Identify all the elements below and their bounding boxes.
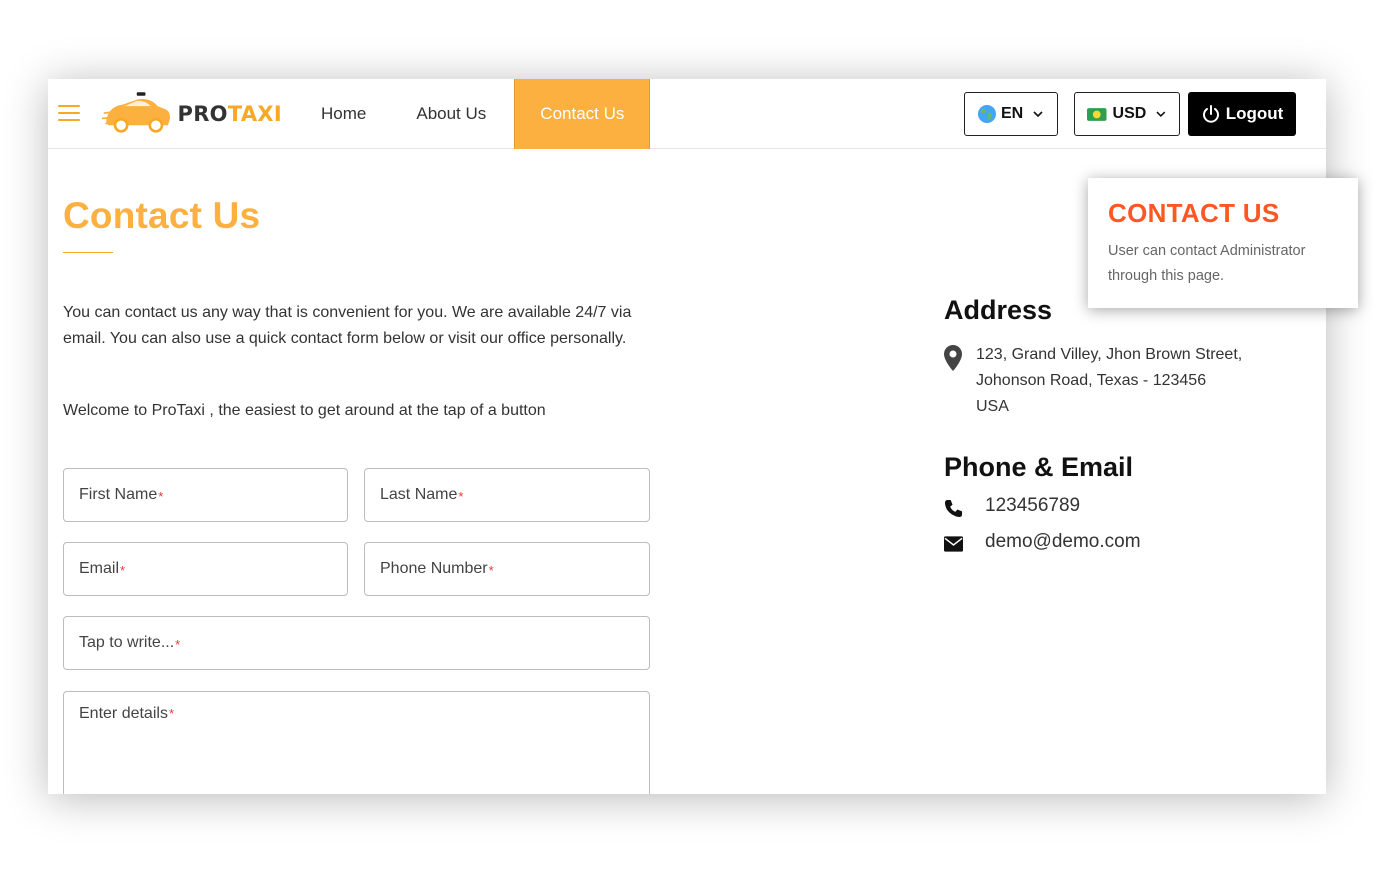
details-placeholder: Enter details <box>79 705 168 722</box>
globe-icon <box>978 105 996 123</box>
phone-number-field[interactable]: Phone Number * <box>364 542 650 596</box>
brand-logo[interactable]: PROTAXI <box>102 87 282 141</box>
last-name-field[interactable]: Last Name * <box>364 468 650 522</box>
address-line: USA <box>976 398 1009 415</box>
page-title: Contact Us <box>63 195 261 236</box>
currency-dropdown[interactable]: USD <box>1074 92 1180 136</box>
required-mark: * <box>458 488 464 504</box>
power-icon <box>1202 105 1219 123</box>
top-header: PROTAXI Home About Us Contact Us EN USD <box>48 79 1326 149</box>
subject-placeholder: Tap to write... <box>79 634 175 651</box>
first-name-placeholder: First Name <box>79 486 158 503</box>
nav-contact-us[interactable]: Contact Us <box>514 79 651 149</box>
details-textarea[interactable]: Enter details * <box>63 691 650 794</box>
taxi-car-icon <box>102 92 170 133</box>
phone-email-heading: Phone & Email <box>944 452 1134 482</box>
required-mark: * <box>175 636 181 652</box>
required-mark: * <box>120 562 126 578</box>
address-line: Johonson Road, Texas - 123456 <box>976 372 1207 389</box>
intro-text: You can contact us any way that is conve… <box>63 304 632 347</box>
welcome-text: Welcome to ProTaxi , the easiest to get … <box>63 402 546 419</box>
currency-flag-icon <box>1087 107 1107 121</box>
language-dropdown[interactable]: EN <box>964 92 1058 136</box>
address-block: 123, Grand Villey, Jhon Brown Street, Jo… <box>976 342 1242 420</box>
logout-label: Logout <box>1225 104 1284 123</box>
email-address[interactable]: demo@demo.com <box>985 531 1141 553</box>
subject-field[interactable]: Tap to write... * <box>63 616 650 670</box>
nav-about-us[interactable]: About Us <box>391 79 514 149</box>
map-pin-icon <box>944 345 962 371</box>
callout-title: CONTACT US <box>1108 198 1280 228</box>
nav-home[interactable]: Home <box>296 79 391 149</box>
phone-number[interactable]: 123456789 <box>985 495 1080 517</box>
last-name-placeholder: Last Name <box>380 486 458 503</box>
required-mark: * <box>488 562 494 578</box>
envelope-icon <box>944 536 963 552</box>
title-divider <box>63 252 113 253</box>
phone-icon <box>944 499 963 518</box>
brand-name: PROTAXI <box>177 102 282 126</box>
hamburger-menu-icon[interactable] <box>58 105 80 123</box>
callout-body: User can contact Administrator through t… <box>1108 243 1306 284</box>
email-field[interactable]: Email * <box>63 542 348 596</box>
first-name-field[interactable]: First Name * <box>63 468 348 522</box>
required-mark: * <box>168 706 174 721</box>
currency-value: USD <box>1112 105 1147 122</box>
address-line: 123, Grand Villey, Jhon Brown Street, <box>976 346 1243 363</box>
address-heading: Address <box>944 295 1053 325</box>
chevron-down-icon <box>1156 111 1166 118</box>
annotation-callout: CONTACT US User can contact Administrato… <box>1088 178 1358 308</box>
required-mark: * <box>158 488 164 504</box>
main-nav: Home About Us Contact Us <box>296 79 651 149</box>
language-value: EN <box>1001 105 1024 122</box>
email-placeholder: Email <box>79 560 120 577</box>
chevron-down-icon <box>1033 111 1043 118</box>
logout-button[interactable]: Logout <box>1188 92 1296 136</box>
phone-number-placeholder: Phone Number <box>380 560 488 577</box>
